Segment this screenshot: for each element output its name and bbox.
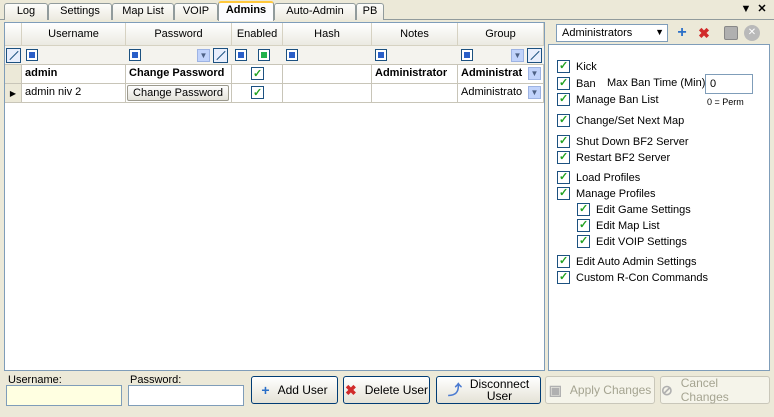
group-value: Administrato	[461, 86, 523, 98]
username-input[interactable]	[6, 385, 122, 406]
close-icon[interactable]: ✕	[756, 2, 768, 16]
filter-row: ▼ ▼	[5, 46, 544, 65]
cancel-group-icon[interactable]: ✕	[744, 25, 760, 41]
admins-grid[interactable]: Username Password Enabled Hash Notes Gro…	[4, 22, 545, 371]
add-user-button[interactable]: + Add User	[251, 376, 338, 404]
cell-password[interactable]: Change Password	[126, 65, 232, 84]
tab-bar: Log Settings Map List VOIP Admins Auto-A…	[0, 0, 774, 21]
add-group-icon[interactable]: +	[674, 24, 690, 42]
row-header-corner	[5, 23, 22, 46]
tab-auto-admin[interactable]: Auto-Admin	[274, 3, 356, 20]
max-ban-label: Max Ban Time (Min):	[607, 77, 709, 89]
disconnect-icon: ⤴	[447, 382, 462, 398]
group-value: Administrat	[461, 67, 523, 79]
cell-group[interactable]: Administrat ▼	[458, 65, 544, 84]
delete-user-button[interactable]: ✖ Delete User	[343, 376, 430, 404]
disconnect-user-button[interactable]: ⤴ Disconnect User	[436, 376, 541, 404]
cell-username[interactable]: admin	[22, 65, 126, 84]
enabled-checkbox[interactable]	[251, 66, 264, 83]
tab-map-list[interactable]: Map List	[112, 3, 174, 20]
col-group[interactable]: Group	[458, 23, 544, 46]
group-dropdown-icon[interactable]: ▼	[528, 86, 541, 99]
delete-icon: ✖	[344, 381, 357, 398]
row-selector[interactable]	[5, 65, 22, 84]
username-filter-icon[interactable]	[26, 49, 38, 61]
cell-password[interactable]: Change Password	[126, 84, 232, 103]
grid-header: Username Password Enabled Hash Notes Gro…	[5, 23, 544, 46]
enabled-filter-icon[interactable]	[235, 49, 247, 61]
cell-notes[interactable]: Administrator	[372, 65, 458, 84]
group-clear-icon[interactable]	[527, 48, 542, 63]
save-icon: ▣	[548, 381, 562, 398]
save-group-icon[interactable]	[724, 26, 738, 40]
tab-admins[interactable]: Admins	[218, 1, 274, 21]
max-ban-input[interactable]: 0	[705, 74, 753, 94]
change-password-button[interactable]: Change Password	[127, 85, 229, 101]
col-notes[interactable]: Notes	[372, 23, 458, 46]
col-enabled[interactable]: Enabled	[232, 23, 283, 46]
tab-voip[interactable]: VOIP	[174, 3, 218, 20]
cancel-changes-button[interactable]: ⊘ Cancel Changes	[660, 376, 770, 404]
tab-settings[interactable]: Settings	[48, 3, 112, 20]
group-filter-dropdown-icon[interactable]: ▼	[511, 49, 524, 62]
group-dropdown-icon[interactable]: ▼	[528, 67, 541, 80]
clear-filter-icon[interactable]	[6, 48, 21, 63]
tab-log[interactable]: Log	[4, 3, 48, 20]
cell-hash[interactable]	[283, 84, 372, 103]
col-username[interactable]: Username	[22, 23, 126, 46]
cancel-icon: ⊘	[661, 381, 673, 398]
cell-hash[interactable]	[283, 65, 372, 84]
cell-enabled[interactable]	[232, 65, 283, 84]
hash-filter-icon[interactable]	[286, 49, 298, 61]
group-filter-icon[interactable]	[461, 49, 473, 61]
password-filter-icon[interactable]	[129, 49, 141, 61]
add-icon: +	[261, 382, 270, 398]
password-filter-dropdown-icon[interactable]: ▼	[197, 49, 210, 62]
chevron-down-icon[interactable]: ▼	[655, 27, 664, 37]
col-hash[interactable]: Hash	[283, 23, 372, 46]
pin-dropdown-icon[interactable]: ▼	[740, 2, 752, 16]
apply-changes-button[interactable]: ▣ Apply Changes	[545, 376, 655, 404]
password-input[interactable]	[128, 385, 244, 406]
group-select-value: Administrators	[562, 27, 633, 39]
row-selector-current[interactable]: ▶	[5, 84, 22, 103]
group-select[interactable]: Administrators ▼	[556, 24, 668, 42]
col-password[interactable]: Password	[126, 23, 232, 46]
enabled-value-filter-icon[interactable]	[258, 49, 270, 61]
enabled-checkbox[interactable]	[251, 85, 264, 102]
tab-pb[interactable]: PB	[356, 3, 384, 20]
delete-group-icon[interactable]: ✖	[696, 24, 712, 42]
perm-note: 0 = Perm	[707, 97, 744, 107]
notes-filter-icon[interactable]	[375, 49, 387, 61]
permissions-panel: Kick Ban Max Ban Time (Min): 0 0 = Perm …	[548, 44, 770, 371]
cell-username[interactable]: admin niv 2	[22, 84, 126, 103]
cell-enabled[interactable]	[232, 84, 283, 103]
password-clear-icon[interactable]	[213, 48, 228, 63]
cell-group[interactable]: Administrato ▼	[458, 84, 544, 103]
cell-notes[interactable]	[372, 84, 458, 103]
